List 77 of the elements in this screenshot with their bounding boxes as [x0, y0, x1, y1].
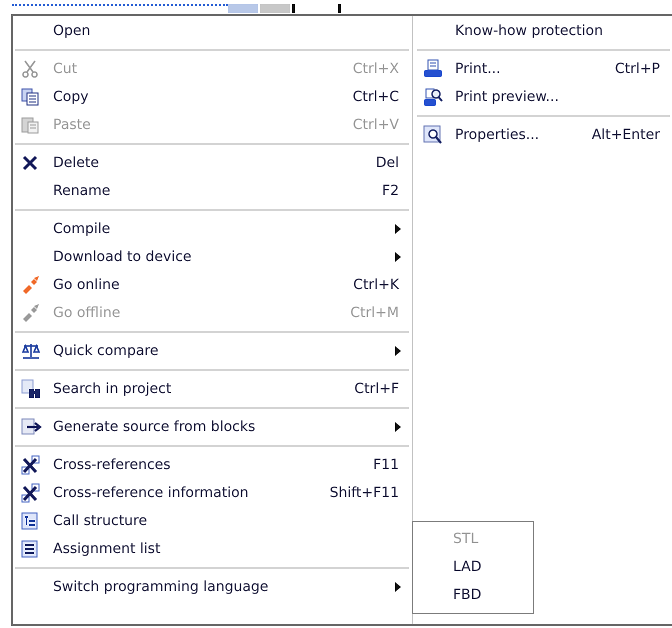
shortcut-label: F2 [382, 182, 399, 200]
menu-item[interactable]: Rename F2 [13, 177, 411, 205]
menu-item[interactable]: Go online Ctrl+K [13, 271, 411, 299]
menu-item-label: Call structure [53, 512, 148, 530]
submenu-item[interactable]: LAD [413, 553, 533, 581]
copy-icon [21, 88, 39, 106]
menu-item-label: Paste [53, 116, 91, 134]
shortcut-label: Del [376, 154, 399, 172]
scales-icon [21, 342, 41, 360]
cross-reference-icon [21, 455, 41, 475]
menu-item-label: Properties... [455, 126, 540, 144]
shortcut-label: F11 [373, 456, 399, 474]
shortcut-label: Ctrl+P [614, 60, 660, 78]
menu-item[interactable]: Compile [13, 215, 411, 243]
cross-reference-icon [21, 483, 41, 503]
shortcut-label: Shift+F11 [330, 484, 399, 502]
submenu-arrow-icon [395, 346, 401, 356]
shortcut-label: Ctrl+F [354, 380, 399, 398]
menu-item-label: Copy [53, 88, 89, 106]
submenu-arrow-icon [395, 252, 401, 262]
menu-item-label: Print... [455, 60, 501, 78]
menu-item[interactable]: Print... Ctrl+P [415, 55, 672, 83]
menu-item-label: Cut [53, 60, 78, 78]
shortcut-label: Ctrl+M [350, 304, 399, 322]
menu-item-label: Search in project [53, 380, 172, 398]
menu-item-label: Go offline [53, 304, 120, 322]
menu-item-label: Delete [53, 154, 99, 172]
menu-item-label: Cross-reference information [53, 484, 249, 502]
menu-item[interactable]: Open [13, 17, 411, 45]
menu-item-label: Quick compare [53, 342, 158, 360]
shortcut-label: Ctrl+C [352, 88, 399, 106]
menu-item-label: Open [53, 22, 90, 40]
menu-item-label: Assignment list [53, 540, 160, 558]
clipboard-icon [21, 116, 39, 134]
shortcut-label: Alt+Enter [592, 126, 660, 144]
menu-item[interactable]: Delete Del [13, 149, 411, 177]
menu-item-label: Switch programming language [53, 578, 268, 596]
menu-item-label: Go online [53, 276, 120, 294]
submenu-arrow-icon [395, 224, 401, 234]
menu-item[interactable]: Properties... Alt+Enter [415, 121, 672, 149]
menu-item[interactable]: Assignment list [13, 535, 411, 563]
menu-item[interactable]: Print preview... [415, 83, 672, 111]
document-arrow-icon [21, 418, 43, 436]
scrollbar-thumb [260, 4, 290, 13]
scissors-icon [21, 60, 39, 78]
menu-item-label: Know-how protection [455, 22, 603, 40]
menu-item[interactable]: Switch programming language [13, 573, 411, 601]
properties-icon [423, 125, 443, 145]
tick-mark [292, 4, 295, 13]
shortcut-label: Ctrl+K [353, 276, 399, 294]
tree-list-icon [21, 512, 39, 530]
menu-item[interactable]: Cross-reference information Shift+F11 [13, 479, 411, 507]
menu-item-label: Cross-references [53, 456, 171, 474]
submenu-item[interactable]: FBD [413, 581, 533, 609]
menu-item-label: Rename [53, 182, 110, 200]
printer-icon [423, 59, 443, 79]
shortcut-label: Ctrl+V [352, 116, 399, 134]
menu-item[interactable]: Generate source from blocks [13, 413, 411, 441]
shortcut-label: Ctrl+X [352, 60, 399, 78]
highlight-bar [228, 4, 258, 13]
list-icon [21, 540, 39, 558]
x-icon [21, 154, 39, 172]
tick-mark [338, 4, 341, 13]
submenu-arrow-icon [395, 582, 401, 592]
menu-item-label: Generate source from blocks [53, 418, 256, 436]
print-preview-icon [423, 87, 443, 107]
menu-item[interactable]: Know-how protection [415, 17, 672, 45]
menu-item[interactable]: Search in project Ctrl+F [13, 375, 411, 403]
menu-item[interactable]: Copy Ctrl+C [13, 83, 411, 111]
menu-item[interactable]: Quick compare [13, 337, 411, 365]
menu-item-label: Compile [53, 220, 110, 238]
submenu-arrow-icon [395, 422, 401, 432]
menu-item-label: Print preview... [455, 88, 559, 106]
menu-item-label: Download to device [53, 248, 192, 266]
menu-item[interactable]: Cross-references F11 [13, 451, 411, 479]
menu-item[interactable]: Call structure [13, 507, 411, 535]
menu-item[interactable]: Download to device [13, 243, 411, 271]
